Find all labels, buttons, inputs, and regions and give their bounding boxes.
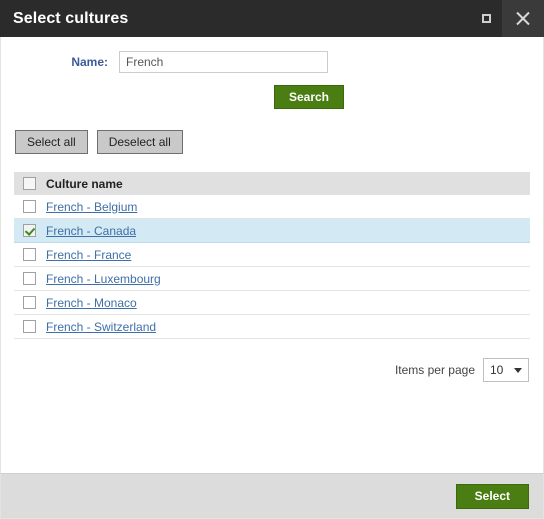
row-checkbox[interactable] (23, 224, 36, 237)
items-per-page-label: Items per page (394, 363, 475, 377)
row-checkbox[interactable] (23, 200, 36, 213)
dialog-footer: Select (0, 473, 544, 519)
culture-name-link[interactable]: French - Luxembourg (46, 272, 161, 286)
search-button[interactable]: Search (273, 85, 344, 109)
culture-name-link[interactable]: French - Canada (46, 224, 136, 238)
dialog-title: Select cultures (13, 9, 129, 27)
maximize-button[interactable] (470, 0, 502, 37)
close-button[interactable] (502, 0, 544, 37)
name-label: Name: (71, 55, 108, 69)
select-cultures-dialog: Select cultures Name: Search Select all … (0, 0, 544, 519)
select-button[interactable]: Select (455, 483, 529, 509)
row-checkbox[interactable] (23, 272, 36, 285)
selection-toolbar: Select all Deselect all (1, 130, 543, 154)
table-row[interactable]: French - Belgium (14, 195, 530, 219)
name-input[interactable] (119, 51, 328, 73)
row-checkbox[interactable] (23, 320, 36, 333)
table-row[interactable]: French - France (14, 243, 530, 267)
search-button-row: Search (1, 85, 543, 109)
culture-name-link[interactable]: French - Monaco (46, 296, 137, 310)
items-per-page-select[interactable]: 10 (483, 358, 529, 382)
grid-row-container: French - Belgium French - Canada French - … (14, 195, 530, 339)
deselect-all-button[interactable]: Deselect all (96, 130, 183, 154)
table-row[interactable]: French - Luxembourg (14, 267, 530, 291)
grid-header-row: Culture name (14, 172, 530, 195)
titlebar-button-group (470, 0, 544, 37)
culture-name-link[interactable]: French - Switzerland (46, 320, 156, 334)
cultures-grid: Culture name French - Belgium French - Ca… (14, 172, 530, 339)
select-all-checkbox[interactable] (23, 177, 36, 190)
row-checkbox[interactable] (23, 296, 36, 309)
close-icon (515, 10, 532, 27)
row-checkbox[interactable] (23, 248, 36, 261)
dialog-body: Name: Search Select all Deselect all Cul… (0, 37, 544, 473)
items-per-page-control: Items per page 10 (1, 358, 543, 382)
culture-name-link[interactable]: French - Belgium (46, 200, 137, 214)
culture-name-link[interactable]: French - France (46, 248, 131, 262)
table-row[interactable]: French - Monaco (14, 291, 530, 315)
dialog-titlebar: Select cultures (0, 0, 544, 37)
select-all-button[interactable]: Select all (15, 130, 88, 154)
table-row[interactable]: French - Switzerland (14, 315, 530, 339)
chevron-down-icon (514, 367, 522, 373)
column-header-culture-name: Culture name (46, 176, 123, 191)
items-per-page-value: 10 (490, 363, 504, 377)
name-filter-row: Name: (1, 37, 543, 73)
maximize-icon (481, 14, 491, 23)
table-row[interactable]: French - Canada (14, 219, 530, 243)
